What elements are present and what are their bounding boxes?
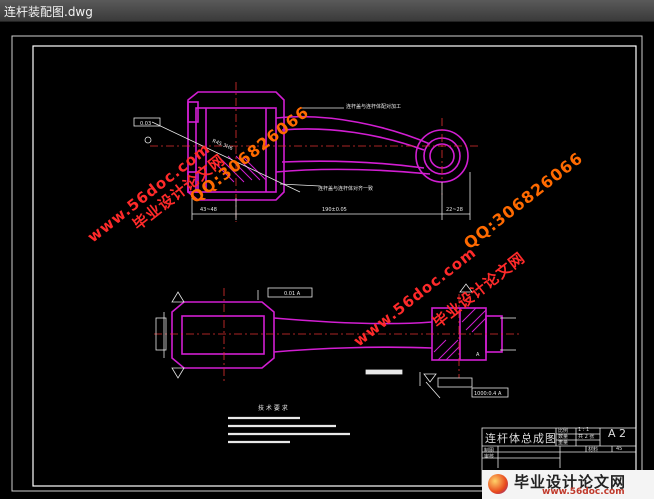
note-mid: 连杆盖与连杆体对齐一致 xyxy=(318,185,373,192)
inner-frame xyxy=(32,45,637,487)
dim-center: 190±0.05 xyxy=(322,207,347,213)
note-top: 连杆盖与连杆体配对加工 xyxy=(346,103,401,110)
checked-label: 审核 xyxy=(484,454,495,460)
material-value: 45 xyxy=(616,446,623,452)
title-block-title: 连杆体总成图 xyxy=(485,432,557,445)
tol-center: 0.01 A xyxy=(284,291,301,297)
title-bar[interactable]: 连杆装配图.dwg xyxy=(0,0,654,22)
tech-requirements-lines xyxy=(228,416,350,444)
material-label: 材料 xyxy=(588,447,599,453)
view-label: A xyxy=(476,352,480,358)
logo-globe-icon xyxy=(488,474,508,494)
tol-top: 0.03 xyxy=(140,121,151,127)
outer-frame xyxy=(11,35,643,492)
site-logo: 毕业设计论文网 www.56doc.com xyxy=(482,470,654,499)
quantity-value: 共 2 张 xyxy=(578,434,595,440)
dim-right: 22~28 xyxy=(446,207,463,213)
tol-bottom: 1000:0.4 A xyxy=(474,391,502,397)
window-title: 连杆装配图.dwg xyxy=(4,5,93,19)
weight-label: 重量 xyxy=(558,440,569,446)
cad-drawing: 连杆盖与连杆体配对加工 连杆盖与连杆体对齐一致 43~48 190±0.05 2… xyxy=(11,35,643,492)
tech-requirements-heading: 技 术 要 求 xyxy=(258,404,288,412)
sheet-size: A 2 xyxy=(608,427,627,440)
cad-viewer-window: 连杆装配图.dwg 连杆盖与连杆体配对加工 连杆盖与连杆体对齐一致 43~48 … xyxy=(0,0,654,499)
drawing-canvas[interactable]: 连杆盖与连杆体配对加工 连杆盖与连杆体对齐一致 43~48 190±0.05 2… xyxy=(0,22,654,499)
dim-left: 43~48 xyxy=(200,207,217,213)
logo-url: www.56doc.com xyxy=(542,487,625,497)
